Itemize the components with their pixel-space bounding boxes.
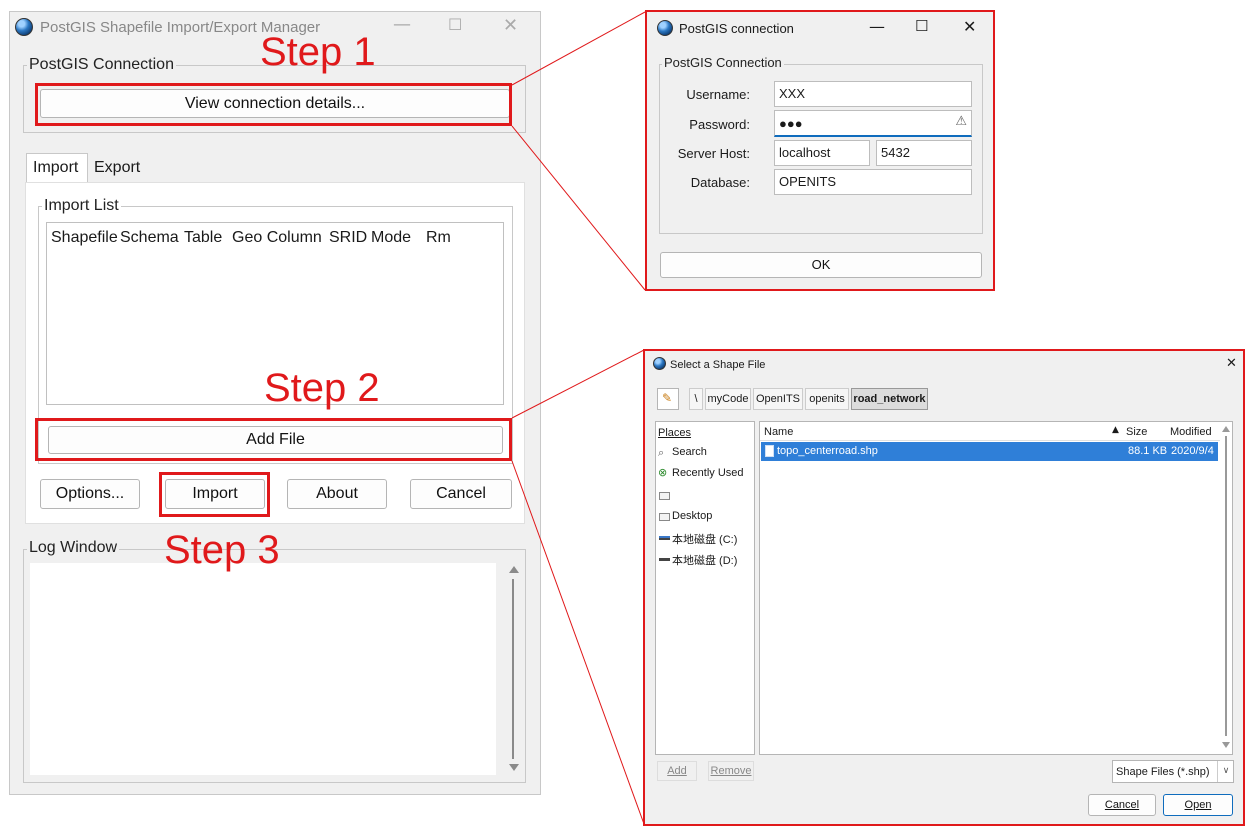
warning-icon: ⚠ xyxy=(955,114,967,129)
file-name: topo_centerroad.shp xyxy=(777,445,878,457)
place-search-label: Search xyxy=(672,446,707,458)
search-icon: ⌕ xyxy=(658,446,665,459)
files-scroll-down-icon[interactable] xyxy=(1222,742,1230,748)
file-size: 88.1 KB xyxy=(1128,445,1168,457)
path-road-network[interactable]: road_network xyxy=(851,388,928,410)
dialog-cancel-button[interactable]: Cancel xyxy=(1088,794,1156,816)
place-drive-c-label: 本地磁盘 (C:) xyxy=(672,534,738,546)
files-scroll-thumb[interactable] xyxy=(1225,436,1227,736)
connector-step1-top xyxy=(511,11,646,86)
password-value: ●●● xyxy=(779,116,803,131)
ok-button[interactable]: OK xyxy=(660,252,982,278)
password-label: Password: xyxy=(689,117,750,132)
file-dialog-close-icon[interactable]: ✕ xyxy=(1226,356,1237,371)
connector-step2-top xyxy=(511,349,645,419)
place-desktop[interactable]: Desktop xyxy=(658,509,752,527)
files-header: Name ▲ Size Modified xyxy=(760,422,1220,441)
desktop-folder-icon xyxy=(659,513,670,521)
files-panel: Name ▲ Size Modified topo_centerroad.shp… xyxy=(759,421,1233,755)
file-modified: 2020/9/4 xyxy=(1171,445,1214,457)
edit-path-button[interactable]: ✎ xyxy=(657,388,679,410)
username-label: Username: xyxy=(686,87,750,102)
connector-step1-bottom xyxy=(511,125,646,291)
file-dialog-title: Select a Shape File xyxy=(670,359,766,371)
col-size[interactable]: Size xyxy=(1126,426,1147,438)
filter-dropdown-icon: ∨ xyxy=(1217,761,1234,782)
file-row[interactable]: topo_centerroad.shp 88.1 KB 2020/9/4 xyxy=(761,442,1218,461)
file-icon xyxy=(765,445,774,457)
conn-group-label: PostGIS Connection xyxy=(662,55,784,70)
password-field[interactable]: ●●● ⚠ xyxy=(774,110,972,137)
server-host-label: Server Host: xyxy=(677,146,750,161)
sort-asc-icon: ▲ xyxy=(1112,425,1119,435)
place-drive-d[interactable]: 本地磁盘 (D:) xyxy=(658,551,752,569)
places-panel: Places ⌕ Search ⊗ Recently Used Desktop … xyxy=(655,421,755,755)
folder-icon xyxy=(659,492,670,500)
port-field[interactable]: 5432 xyxy=(876,140,972,166)
connection-dialog: PostGIS connection — ☐ ✕ PostGIS Connect… xyxy=(645,10,995,291)
database-field[interactable]: OPENITS xyxy=(774,169,972,195)
file-dialog-globe-icon xyxy=(653,357,666,370)
conn-minimize-icon[interactable]: — xyxy=(869,17,885,36)
conn-title: PostGIS connection xyxy=(679,21,794,36)
drive-d-icon xyxy=(659,558,670,561)
place-search[interactable]: ⌕ Search xyxy=(658,445,752,463)
place-home[interactable] xyxy=(658,488,752,506)
path-mycode[interactable]: myCode xyxy=(705,388,751,410)
connector-step2-bottom xyxy=(511,460,645,825)
col-modified[interactable]: Modified xyxy=(1170,426,1212,438)
file-type-filter-label: Shape Files (*.shp) xyxy=(1116,766,1210,778)
recent-icon: ⊗ xyxy=(658,466,668,479)
conn-close-icon[interactable]: ✕ xyxy=(963,17,976,36)
path-openits-upper[interactable]: OpenITS xyxy=(753,388,803,410)
place-drive-c[interactable]: 本地磁盘 (C:) xyxy=(658,530,752,548)
add-place-button[interactable]: Add xyxy=(657,761,697,781)
files-scroll-up-icon[interactable] xyxy=(1222,426,1230,432)
host-field[interactable]: localhost xyxy=(774,140,870,166)
username-field[interactable]: XXX xyxy=(774,81,972,107)
place-drive-d-label: 本地磁盘 (D:) xyxy=(672,555,738,567)
database-label: Database: xyxy=(690,175,750,190)
place-recent-label: Recently Used xyxy=(672,467,744,479)
places-header[interactable]: Places xyxy=(658,427,691,439)
pencil-icon: ✎ xyxy=(662,391,673,405)
files-scrollbar[interactable] xyxy=(1220,422,1232,754)
path-openits-lower[interactable]: openits xyxy=(805,388,849,410)
file-dialog: Select a Shape File ✕ ✎ \ myCode OpenITS… xyxy=(643,349,1245,826)
col-name[interactable]: Name xyxy=(764,426,793,438)
path-root-button[interactable]: \ xyxy=(689,388,703,410)
remove-place-button[interactable]: Remove xyxy=(708,761,754,781)
dialog-open-button[interactable]: Open xyxy=(1163,794,1233,816)
conn-maximize-icon[interactable]: ☐ xyxy=(915,17,928,35)
place-recently-used[interactable]: ⊗ Recently Used xyxy=(658,466,752,484)
place-desktop-label: Desktop xyxy=(672,510,713,522)
drive-c-icon xyxy=(659,536,670,540)
file-type-filter[interactable]: Shape Files (*.shp) ∨ xyxy=(1112,760,1234,783)
conn-globe-icon xyxy=(657,20,673,36)
